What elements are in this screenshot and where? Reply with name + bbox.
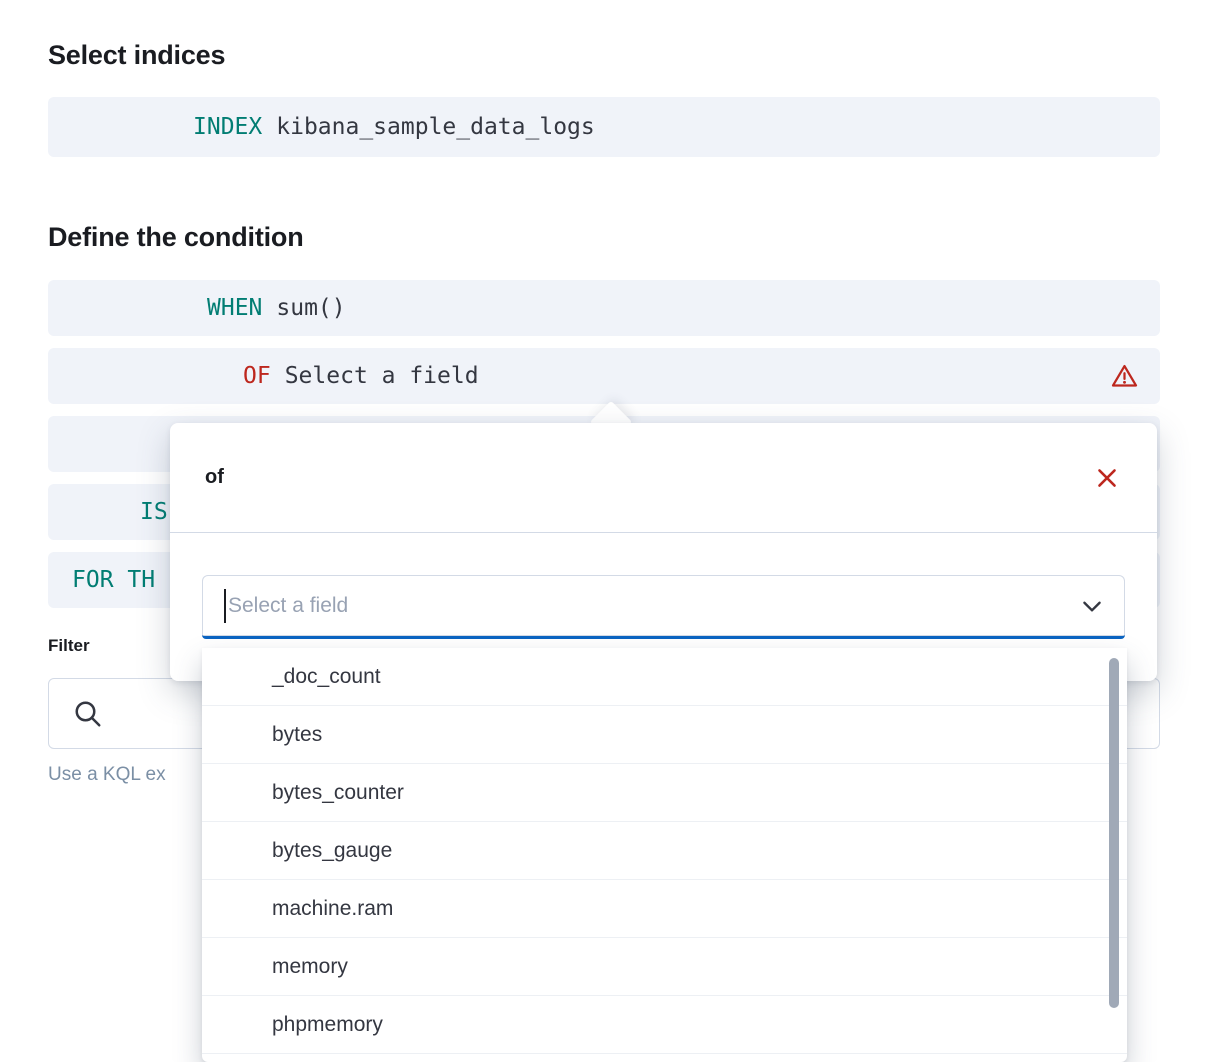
select-indices-heading: Select indices — [48, 40, 225, 71]
define-condition-heading: Define the condition — [48, 222, 304, 253]
filter-label: Filter — [48, 636, 90, 656]
when-expression-keyword: WHEN — [207, 295, 262, 321]
of-field-popover: of — [170, 423, 1157, 681]
chevron-down-icon — [1079, 593, 1105, 619]
field-option[interactable]: bytes_gauge — [202, 822, 1127, 880]
index-expression-keyword: INDEX — [193, 114, 262, 140]
popover-close-button[interactable] — [1092, 463, 1122, 493]
search-icon — [73, 699, 103, 729]
field-option[interactable]: phpmemory — [202, 996, 1127, 1054]
close-icon — [1096, 467, 1118, 489]
field-options-dropdown: _doc_count bytes bytes_counter bytes_gau… — [202, 648, 1127, 1062]
field-option[interactable]: _doc_count — [202, 648, 1127, 706]
index-expression[interactable]: INDEX kibana_sample_data_logs — [48, 97, 1160, 157]
combobox-toggle-button[interactable] — [1079, 593, 1105, 619]
popover-title-row: of — [170, 423, 1157, 533]
field-option[interactable]: bytes_counter — [202, 764, 1127, 822]
field-combobox[interactable] — [202, 575, 1125, 639]
field-options-list: _doc_count bytes bytes_counter bytes_gau… — [202, 648, 1127, 1054]
warning-icon — [1111, 363, 1138, 390]
index-expression-value: kibana_sample_data_logs — [276, 114, 595, 140]
when-expression[interactable]: WHEN sum() — [48, 280, 1160, 336]
field-option[interactable]: memory — [202, 938, 1127, 996]
is-expression-keyword: IS — [140, 499, 168, 525]
of-expression-keyword: OF — [243, 363, 271, 389]
for-the-last-expression-keyword: FOR TH — [72, 567, 155, 593]
kql-helper-text: Use a KQL ex — [48, 764, 166, 786]
field-combobox-input[interactable] — [228, 594, 1079, 618]
dropdown-scrollbar[interactable] — [1109, 658, 1119, 1008]
alert-condition-page: { "headings": { "select_indices": "Selec… — [0, 0, 1213, 1059]
of-expression[interactable]: OF Select a field — [48, 348, 1160, 404]
popover-title: of — [205, 466, 224, 489]
field-option[interactable]: bytes — [202, 706, 1127, 764]
when-expression-value: sum() — [276, 295, 345, 321]
of-expression-value: Select a field — [285, 363, 479, 389]
field-option[interactable]: machine.ram — [202, 880, 1127, 938]
text-caret — [224, 589, 226, 623]
